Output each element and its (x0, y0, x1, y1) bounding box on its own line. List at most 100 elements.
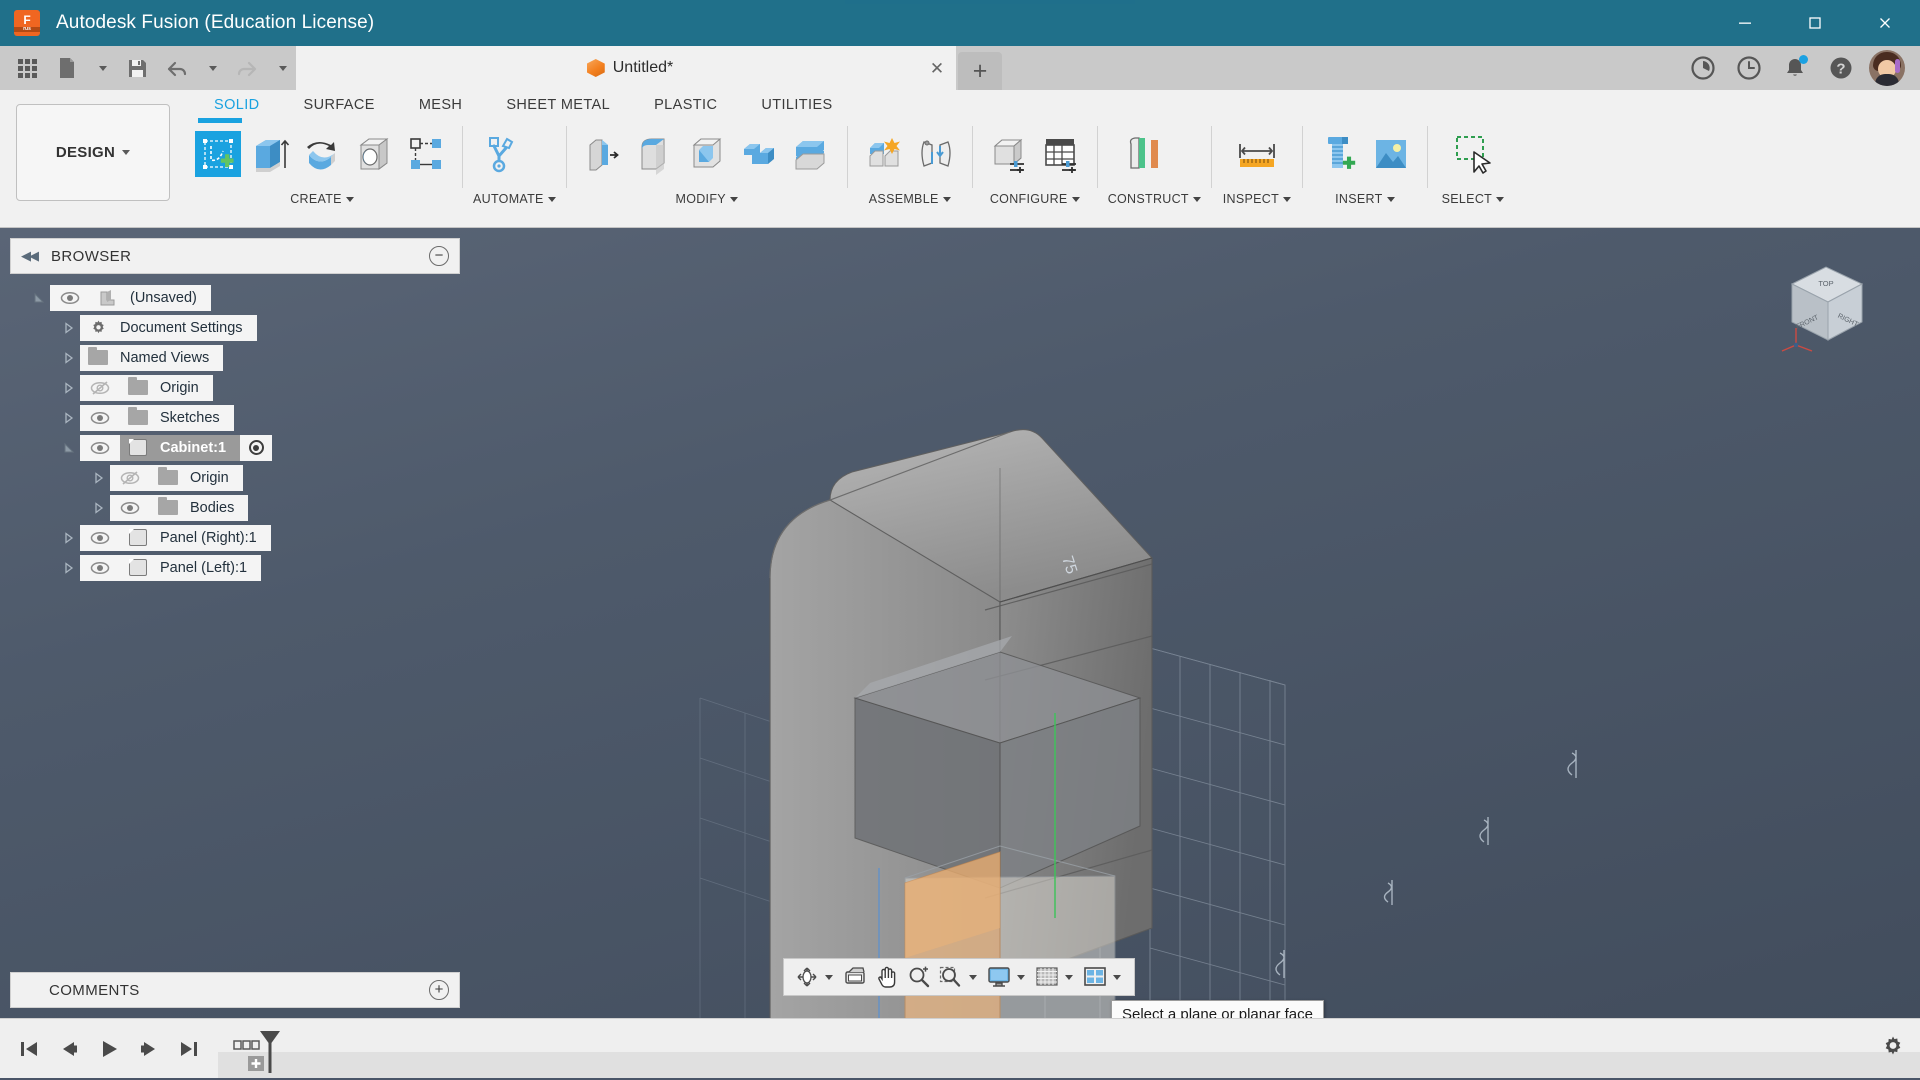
viewports-dropdown-caret-icon[interactable] (1113, 974, 1121, 980)
browser-item-label-box[interactable]: Panel (Left):1 (120, 554, 262, 581)
timeline-track[interactable] (218, 1052, 1920, 1078)
insert-canvas-button[interactable] (1365, 124, 1417, 184)
display-settings-button[interactable] (984, 962, 1014, 992)
pattern-button[interactable] (400, 124, 452, 184)
undo-dropdown[interactable] (198, 50, 226, 86)
browser-item-label-box[interactable]: Bodies (150, 494, 249, 521)
tab-solid[interactable]: SOLID (192, 97, 282, 113)
measure-button[interactable] (1222, 124, 1292, 184)
timeline-settings-button[interactable] (1880, 1033, 1906, 1064)
expand-triangle-icon[interactable] (88, 463, 110, 492)
tab-plastic[interactable]: PLASTIC (632, 97, 739, 113)
timeline-marker[interactable] (232, 1023, 286, 1075)
fillet-button[interactable] (629, 124, 681, 184)
grid-dropdown-caret-icon[interactable] (1065, 974, 1073, 980)
extrude-button[interactable] (244, 124, 296, 184)
fit-dropdown-caret-icon[interactable] (969, 974, 977, 980)
browser-item-label-box[interactable]: Origin (120, 374, 213, 401)
tab-utilities[interactable]: UTILITIES (739, 97, 854, 113)
minimize-button[interactable] (1710, 0, 1780, 46)
visibility-eye-icon[interactable] (50, 284, 90, 311)
new-component-button[interactable] (858, 124, 910, 184)
browser-item-origin[interactable]: Origin (10, 463, 460, 492)
comments-panel[interactable]: COMMENTS + (10, 972, 460, 1008)
browser-item-label-box[interactable]: Origin (150, 464, 243, 491)
collapse-triangle-icon[interactable] (28, 283, 50, 312)
browser-item-label-box[interactable]: Document Settings (80, 314, 257, 341)
browser-item-label-box[interactable]: Named Views (80, 344, 224, 371)
revolve-button[interactable] (296, 124, 348, 184)
visibility-eye-icon[interactable] (80, 524, 120, 551)
new-document-tab-button[interactable]: + (958, 52, 1002, 90)
browser-item-label-box[interactable]: Sketches (120, 404, 234, 431)
offset-face-button[interactable] (785, 124, 837, 184)
browser-item-panel-left-1[interactable]: Panel (Left):1 (10, 553, 460, 582)
extension-icon[interactable] (1682, 47, 1724, 89)
browser-item-unsaved[interactable]: (Unsaved) (10, 283, 460, 312)
orbit-dropdown-caret-icon[interactable] (825, 974, 833, 980)
expand-triangle-icon[interactable] (58, 373, 80, 402)
collapse-triangle-icon[interactable] (58, 433, 80, 462)
expand-triangle-icon[interactable] (58, 313, 80, 342)
recent-clock-icon[interactable] (1728, 47, 1770, 89)
visibility-eye-icon[interactable] (110, 494, 150, 521)
tab-sheet-metal[interactable]: SHEET METAL (484, 97, 632, 113)
joint-button[interactable] (910, 124, 962, 184)
browser-item-label-box[interactable]: (Unsaved) (90, 284, 211, 311)
expand-triangle-icon[interactable] (88, 493, 110, 522)
app-grid-button[interactable] (8, 50, 46, 86)
browser-item-cabinet-1[interactable]: Cabinet:1 (10, 433, 460, 462)
hole-button[interactable] (348, 124, 400, 184)
construct-plane-button[interactable] (1108, 124, 1178, 184)
configure-model-button[interactable] (983, 124, 1035, 184)
browser-item-sketches[interactable]: Sketches (10, 403, 460, 432)
go-to-end-button[interactable] (170, 1029, 208, 1069)
document-tab-close-icon[interactable]: ✕ (928, 59, 946, 78)
tab-mesh[interactable]: MESH (397, 97, 485, 113)
user-avatar-button[interactable] (1866, 47, 1908, 89)
save-button[interactable] (118, 50, 156, 86)
browser-item-panel-right-1[interactable]: Panel (Right):1 (10, 523, 460, 552)
go-to-beginning-button[interactable] (10, 1029, 48, 1069)
configure-table-button[interactable] (1035, 124, 1087, 184)
combine-button[interactable] (733, 124, 785, 184)
browser-item-label-box[interactable]: Cabinet:1 (120, 434, 241, 461)
insert-mcmaster-button[interactable] (1313, 124, 1365, 184)
create-sketch-button[interactable] (192, 118, 244, 184)
browser-item-named-views[interactable]: Named Views (10, 343, 460, 372)
grid-snaps-button[interactable] (1032, 962, 1062, 992)
undo-button[interactable] (158, 50, 196, 86)
step-back-button[interactable] (50, 1029, 88, 1069)
close-button[interactable] (1850, 0, 1920, 46)
activate-component-radio[interactable] (240, 434, 273, 461)
orbit-button[interactable] (792, 962, 822, 992)
expand-triangle-icon[interactable] (58, 403, 80, 432)
browser-item-bodies[interactable]: Bodies (10, 493, 460, 522)
tab-surface[interactable]: SURFACE (282, 97, 397, 113)
notifications-bell-icon[interactable] (1774, 47, 1816, 89)
maximize-button[interactable] (1780, 0, 1850, 46)
workspace-selector[interactable]: DESIGN (16, 104, 170, 201)
browser-item-label-box[interactable]: Panel (Right):1 (120, 524, 271, 551)
viewport[interactable]: 75 ◀◀ BROWSER − (Unsaved) Document Settin… (0, 228, 1920, 1029)
step-forward-button[interactable] (130, 1029, 168, 1069)
help-icon[interactable]: ? (1820, 47, 1862, 89)
automate-button[interactable] (473, 124, 525, 184)
add-comment-button[interactable]: + (429, 980, 449, 1000)
shell-button[interactable] (681, 124, 733, 184)
fit-button[interactable] (936, 962, 966, 992)
expand-triangle-icon[interactable] (58, 343, 80, 372)
collapse-panel-icon[interactable]: ◀◀ (21, 248, 39, 264)
browser-collapse-toggle[interactable]: − (429, 246, 449, 266)
view-cube[interactable]: TOP FRONT RIGHT (1772, 250, 1882, 360)
visibility-eye-icon[interactable] (80, 404, 120, 431)
viewports-button[interactable] (1080, 962, 1110, 992)
browser-item-document-settings[interactable]: Document Settings (10, 313, 460, 342)
visibility-eye-off-icon[interactable] (80, 374, 120, 401)
press-pull-button[interactable] (577, 124, 629, 184)
zoom-button[interactable] (904, 962, 934, 992)
visibility-eye-off-icon[interactable] (110, 464, 150, 491)
look-at-button[interactable] (840, 962, 870, 992)
expand-triangle-icon[interactable] (58, 553, 80, 582)
visibility-eye-icon[interactable] (80, 554, 120, 581)
